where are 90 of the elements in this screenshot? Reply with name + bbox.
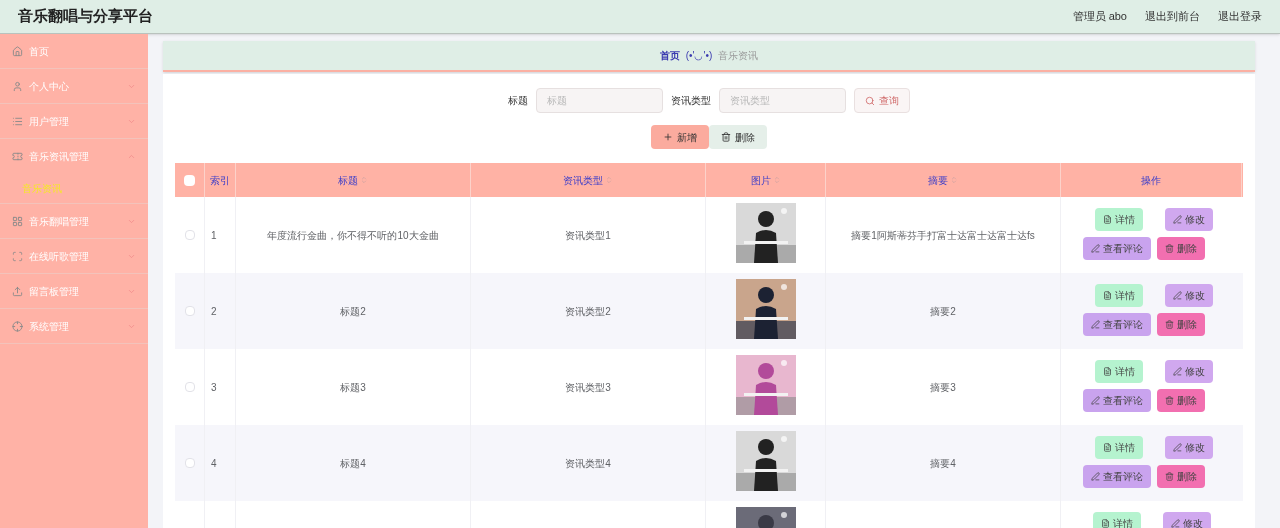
- document-icon: [1102, 443, 1112, 452]
- table-cell-text: 标题4: [340, 456, 366, 471]
- add-button[interactable]: 新增: [651, 125, 709, 149]
- user-icon: [12, 80, 23, 92]
- edit-button[interactable]: 修改: [1162, 512, 1211, 528]
- column-header[interactable]: 操作: [1141, 172, 1161, 188]
- checkbox[interactable]: [184, 306, 195, 316]
- sort-icon: [360, 176, 368, 184]
- checkbox[interactable]: [184, 458, 195, 468]
- header-link[interactable]: 退出登录: [1218, 8, 1262, 25]
- column-header[interactable]: 摘要: [928, 172, 958, 188]
- plus-icon: [663, 132, 673, 142]
- details-button[interactable]: 详情: [1094, 208, 1143, 231]
- breadcrumb-separator: (•'◡'•): [685, 49, 713, 63]
- edit-button[interactable]: 修改: [1164, 360, 1213, 383]
- sort-icon: [605, 176, 613, 184]
- breadcrumb-link[interactable]: 首页: [659, 48, 680, 63]
- trash-icon: [721, 132, 731, 142]
- pen-icon: [1090, 472, 1100, 481]
- table-cell-text: 标题2: [340, 304, 366, 319]
- table-cell-text: 摘要1阿斯蒂芬手打富士达富士达富士达fs: [851, 228, 1035, 243]
- column-header[interactable]: 标题: [338, 172, 368, 188]
- table-cell-text: 1: [211, 228, 217, 243]
- comments-button[interactable]: 查看评论: [1082, 237, 1151, 260]
- edit-button[interactable]: 修改: [1164, 436, 1213, 459]
- document-icon: [1102, 215, 1112, 224]
- user-label: 管理员 abo: [1072, 9, 1127, 25]
- pen-icon: [1172, 367, 1182, 376]
- search-button[interactable]: 查询: [854, 88, 910, 113]
- delete-button[interactable]: 删除: [1156, 237, 1205, 260]
- checkbox[interactable]: [184, 174, 195, 186]
- edit-button[interactable]: 修改: [1164, 208, 1213, 231]
- breadcrumb-current: 音乐资讯: [718, 49, 759, 63]
- pen-icon: [1172, 291, 1182, 300]
- details-button[interactable]: 详情: [1094, 436, 1143, 459]
- table-cell-text: 摘要3: [930, 380, 956, 395]
- trash-icon: [1164, 396, 1174, 405]
- comments-button[interactable]: 查看评论: [1082, 389, 1151, 412]
- pen-icon: [1170, 519, 1180, 528]
- grid-icon: [12, 215, 23, 227]
- details-button[interactable]: 详情: [1094, 360, 1143, 383]
- table-cell-text: 摘要2: [930, 304, 956, 319]
- column-header[interactable]: 图片: [750, 172, 781, 188]
- details-button[interactable]: 详情: [1092, 512, 1141, 528]
- ticket-icon: [12, 150, 23, 162]
- upload-icon: [12, 285, 23, 297]
- delete-button[interactable]: 删除: [1156, 465, 1205, 488]
- table-cell-text: 资讯类型3: [565, 380, 611, 395]
- table-cell-text: 资讯类型2: [565, 304, 611, 319]
- pen-icon: [1172, 443, 1182, 452]
- document-icon: [1102, 367, 1112, 376]
- comments-button[interactable]: 查看评论: [1082, 465, 1151, 488]
- trash-icon: [1164, 472, 1174, 481]
- column-header[interactable]: 资讯类型: [563, 172, 613, 188]
- scan-icon: [12, 250, 23, 262]
- edit-button[interactable]: 修改: [1164, 284, 1213, 307]
- comments-button[interactable]: 查看评论: [1082, 313, 1151, 336]
- app-title: 音乐翻唱与分享平台: [18, 6, 153, 27]
- header-link[interactable]: 退出到前台: [1145, 8, 1200, 25]
- target-icon: [12, 320, 23, 332]
- trash-icon: [1164, 320, 1174, 329]
- document-icon: [1100, 519, 1110, 528]
- field-label: 标题: [508, 94, 528, 108]
- column-header[interactable]: 索引: [210, 172, 230, 188]
- table-cell-text: 标题3: [340, 380, 366, 395]
- details-button[interactable]: 详情: [1094, 284, 1143, 307]
- sort-icon: [772, 176, 781, 184]
- pen-icon: [1172, 215, 1182, 224]
- table-cell-text: 3: [211, 380, 217, 395]
- field-label: 资讯类型: [671, 94, 711, 108]
- table-cell-text: 资讯类型1: [565, 228, 611, 243]
- delete-button[interactable]: 删除: [1156, 313, 1205, 336]
- home-icon: [12, 45, 23, 57]
- table-cell-text: 资讯类型4: [565, 456, 611, 471]
- table-cell-text: 4: [211, 456, 217, 471]
- pen-icon: [1090, 396, 1100, 405]
- checkbox[interactable]: [184, 230, 195, 240]
- search-icon: [865, 95, 875, 106]
- checkbox[interactable]: [184, 382, 195, 392]
- pen-icon: [1090, 320, 1100, 329]
- table-cell-text: 年度流行金曲，你不得不听的10大金曲: [267, 228, 439, 243]
- table-cell-text: 2: [211, 304, 217, 319]
- document-icon: [1102, 291, 1112, 300]
- delete-button[interactable]: 删除: [709, 125, 767, 149]
- list-icon: [12, 115, 23, 127]
- delete-button[interactable]: 删除: [1156, 389, 1205, 412]
- trash-icon: [1164, 244, 1174, 253]
- pen-icon: [1090, 244, 1100, 253]
- table-cell-text: 摘要4: [930, 456, 956, 471]
- sort-icon: [950, 176, 958, 184]
